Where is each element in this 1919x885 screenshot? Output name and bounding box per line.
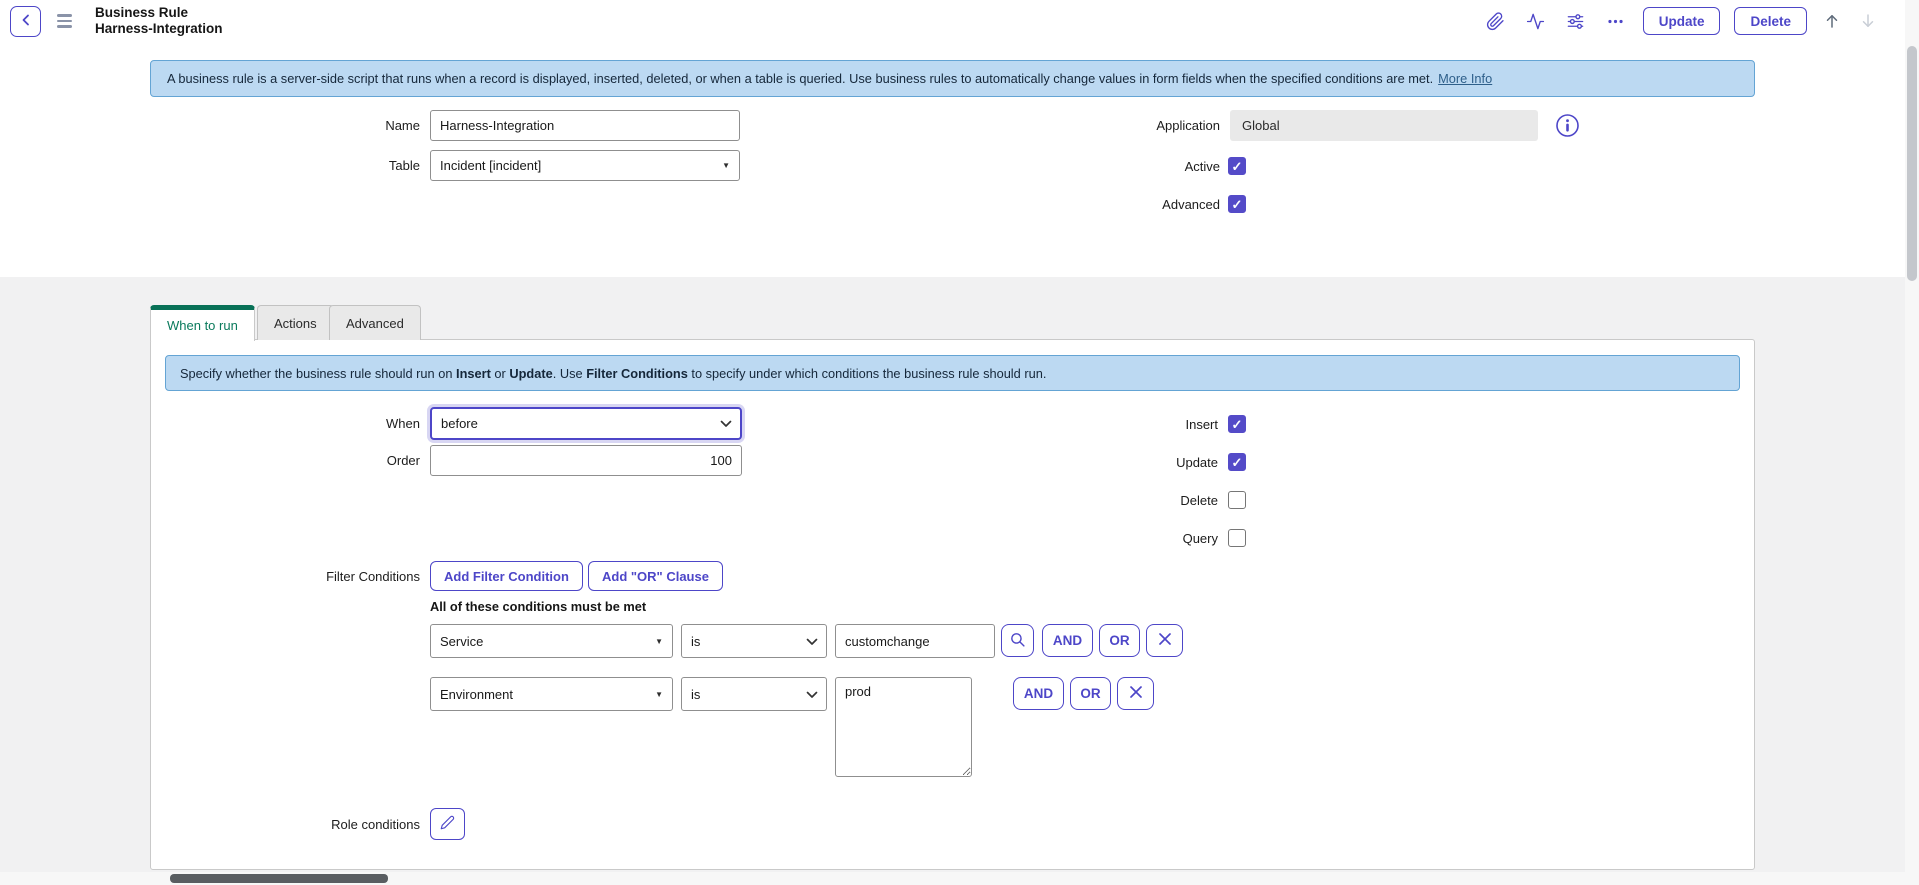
- query-label: Query: [1038, 524, 1218, 552]
- paperclip-icon[interactable]: [1483, 8, 1509, 34]
- info-banner-text: A business rule is a server-side script …: [167, 71, 1433, 86]
- vertical-scrollbar-thumb[interactable]: [1907, 46, 1917, 281]
- activity-stream-icon[interactable]: [1523, 8, 1549, 34]
- delete-button[interactable]: Delete: [1734, 7, 1807, 35]
- advanced-checkbox[interactable]: [1228, 195, 1246, 213]
- context-menu-icon[interactable]: [57, 14, 75, 28]
- condition-or-button[interactable]: OR: [1070, 677, 1111, 710]
- business-rule-info-banner: A business rule is a server-side script …: [150, 60, 1755, 97]
- tab-actions[interactable]: Actions: [257, 305, 334, 340]
- query-checkbox[interactable]: [1228, 529, 1246, 547]
- delete-label: Delete: [1038, 486, 1218, 514]
- table-select[interactable]: Incident [incident] ▼: [430, 150, 740, 181]
- record-type-title: Business Rule: [95, 5, 223, 21]
- page-title: Business Rule Harness-Integration: [95, 5, 223, 37]
- filter-conditions-label: Filter Conditions: [240, 561, 420, 591]
- x-icon: [1129, 685, 1143, 702]
- chevron-left-icon: [19, 13, 33, 30]
- active-checkbox[interactable]: [1228, 157, 1246, 175]
- add-or-clause-button[interactable]: Add "OR" Clause: [588, 561, 723, 591]
- caret-down-icon: ▼: [722, 161, 730, 170]
- order-input[interactable]: [430, 445, 742, 476]
- condition-operator-select[interactable]: is: [681, 624, 827, 658]
- update-label: Update: [1038, 448, 1218, 476]
- condition-and-button[interactable]: AND: [1042, 624, 1093, 657]
- condition-operator-select[interactable]: is: [681, 677, 827, 711]
- condition-field-select[interactable]: Environment ▼: [430, 677, 673, 711]
- previous-record-arrow-icon[interactable]: [1821, 10, 1843, 32]
- condition-value-textarea[interactable]: prod: [835, 677, 972, 777]
- record-name-title: Harness-Integration: [95, 21, 223, 37]
- horizontal-scrollbar[interactable]: [0, 872, 1905, 885]
- back-button[interactable]: [10, 6, 41, 37]
- condition-remove-button[interactable]: [1146, 624, 1183, 657]
- application-readonly-field: Global: [1230, 110, 1538, 141]
- form-header: Business Rule Harness-Integration Update…: [0, 0, 1905, 42]
- active-label: Active: [1040, 152, 1220, 180]
- condition-field-select[interactable]: Service ▼: [430, 624, 673, 658]
- insert-checkbox[interactable]: [1228, 415, 1246, 433]
- application-info-icon[interactable]: [1554, 112, 1581, 142]
- condition-and-button[interactable]: AND: [1013, 677, 1064, 710]
- condition-or-button[interactable]: OR: [1099, 624, 1140, 657]
- update-checkbox[interactable]: [1228, 453, 1246, 471]
- name-input[interactable]: [430, 110, 740, 141]
- caret-down-icon: ▼: [655, 637, 663, 646]
- condition-value-input[interactable]: [835, 624, 995, 658]
- condition-lookup-button[interactable]: [1001, 624, 1034, 657]
- update-button[interactable]: Update: [1643, 7, 1721, 35]
- chevron-down-icon: [806, 687, 818, 702]
- edit-role-conditions-button[interactable]: [430, 808, 465, 840]
- when-to-run-info-banner: Specify whether the business rule should…: [165, 355, 1740, 391]
- pencil-icon: [440, 815, 455, 833]
- vertical-scrollbar[interactable]: [1905, 0, 1919, 885]
- role-conditions-label: Role conditions: [240, 809, 420, 839]
- caret-down-icon: ▼: [655, 690, 663, 699]
- chevron-down-icon: [720, 416, 732, 431]
- more-info-link[interactable]: More Info: [1438, 71, 1492, 86]
- advanced-label: Advanced: [1040, 190, 1220, 218]
- when-label: When: [240, 408, 420, 439]
- when-select[interactable]: before: [430, 407, 742, 440]
- add-filter-condition-button[interactable]: Add Filter Condition: [430, 561, 583, 591]
- x-icon: [1158, 632, 1172, 649]
- search-icon: [1009, 631, 1026, 651]
- condition-match-text: All of these conditions must be met: [430, 599, 646, 614]
- delete-checkbox[interactable]: [1228, 491, 1246, 509]
- more-options-icon[interactable]: [1603, 8, 1629, 34]
- personalize-form-icon[interactable]: [1563, 8, 1589, 34]
- order-label: Order: [240, 445, 420, 476]
- condition-remove-button[interactable]: [1117, 677, 1154, 710]
- horizontal-scrollbar-thumb[interactable]: [170, 874, 388, 883]
- table-label: Table: [240, 150, 420, 181]
- insert-label: Insert: [1038, 410, 1218, 438]
- tab-when-to-run[interactable]: When to run: [150, 305, 255, 341]
- tab-advanced[interactable]: Advanced: [329, 305, 421, 340]
- application-label: Application: [1040, 110, 1220, 141]
- next-record-arrow-icon[interactable]: [1857, 10, 1879, 32]
- name-label: Name: [240, 110, 420, 141]
- chevron-down-icon: [806, 634, 818, 649]
